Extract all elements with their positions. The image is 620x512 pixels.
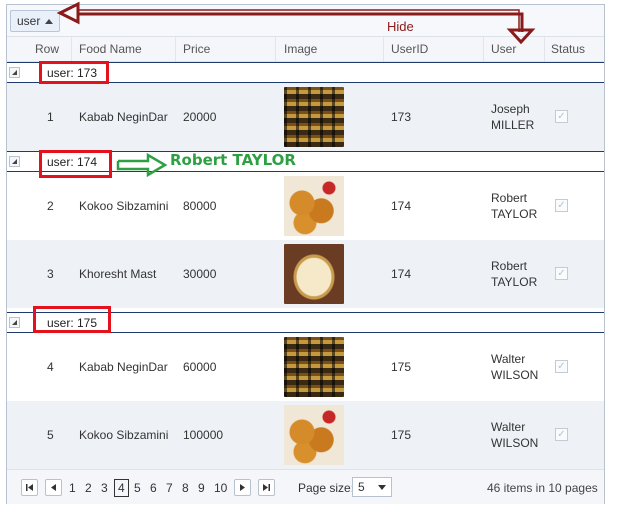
arrow-head-left [56,1,80,25]
hide-arrow [77,9,524,32]
annotation-arrows [56,1,536,178]
robert-arrow [116,152,168,178]
robert-annotation: Robert TAYLOR [170,151,296,169]
